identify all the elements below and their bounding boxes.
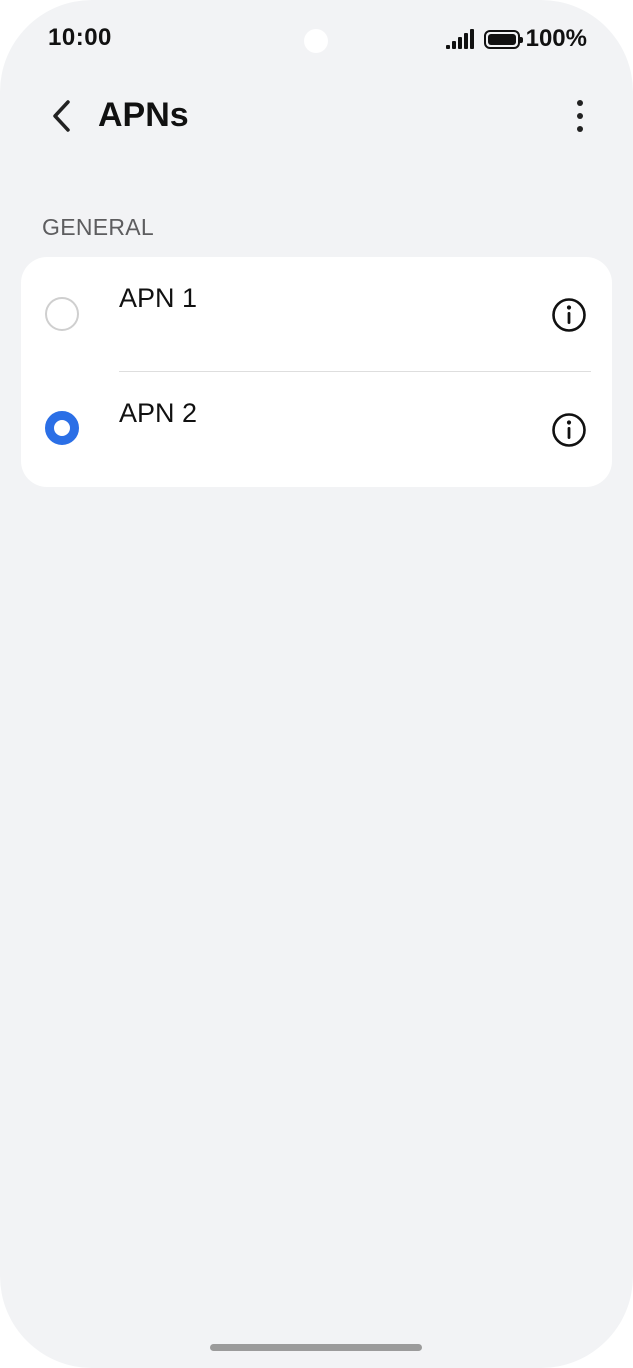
back-button[interactable]	[40, 94, 84, 138]
apn-list-item[interactable]: APN 1	[21, 257, 612, 371]
apn-name: APN 1	[119, 283, 198, 313]
signal-icon	[445, 29, 474, 49]
chevron-left-icon	[53, 100, 70, 132]
status-time: 10:00	[48, 24, 112, 51]
info-icon[interactable]	[551, 412, 587, 448]
apn-name: APN 2	[119, 398, 198, 428]
home-indicator[interactable]	[210, 1344, 422, 1351]
radio-button-unselected[interactable]	[45, 297, 79, 331]
battery-icon	[483, 29, 523, 49]
more-vert-icon	[577, 100, 583, 106]
apn-list-item[interactable]: APN 2	[21, 372, 612, 486]
apn-list-card: APN 1 APN 2	[21, 257, 612, 487]
radio-button-selected[interactable]	[45, 411, 79, 445]
status-indicators: 100%	[445, 24, 587, 54]
front-camera	[304, 29, 328, 53]
battery-percentage: 100%	[525, 25, 587, 52]
more-options-button[interactable]	[558, 94, 602, 138]
info-icon[interactable]	[551, 297, 587, 333]
section-header-general: GENERAL	[42, 214, 155, 240]
page-title: APNs	[98, 96, 189, 134]
phone-screen: 10:00 100% APNs GENERAL APN 1 APN 2	[0, 0, 633, 1368]
